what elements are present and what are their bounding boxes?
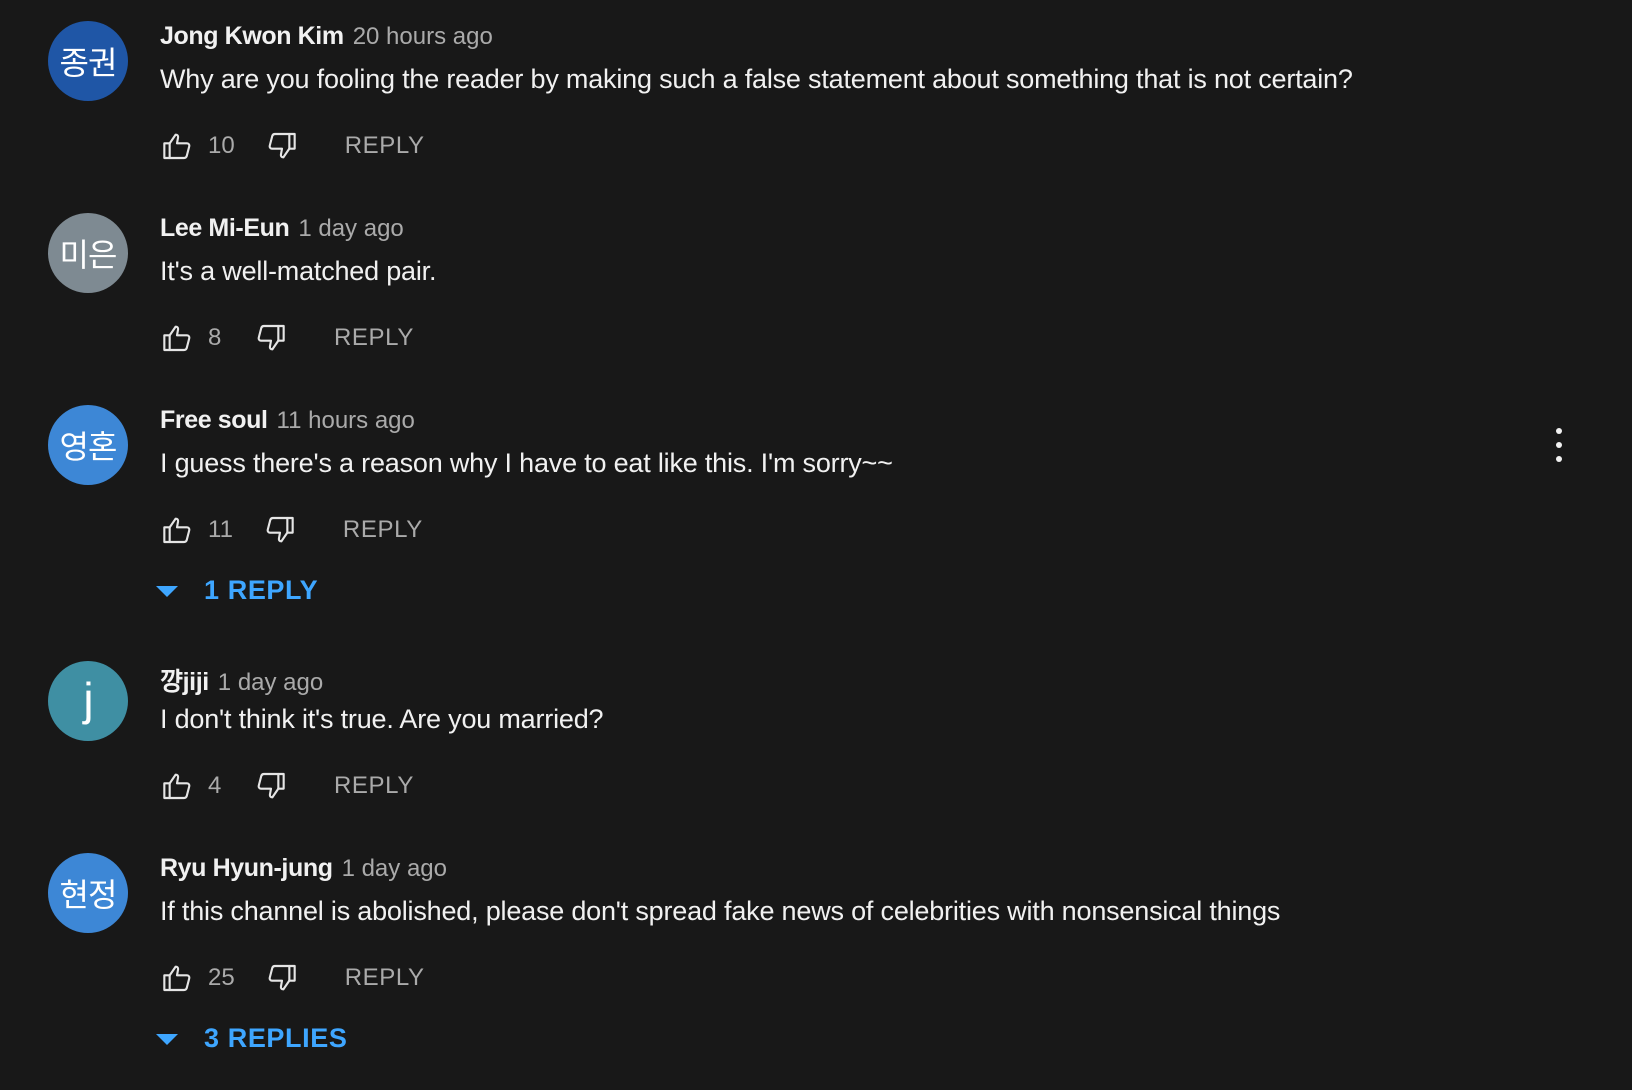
comment-text: If this channel is abolished, please don…	[160, 896, 1281, 926]
comment-header: 꺙jiji 1 day ago	[160, 662, 323, 696]
comment-header: Free soul 11 hours ago	[160, 406, 415, 440]
reply-button[interactable]: REPLY	[334, 324, 414, 352]
comment-text: It's a well-matched pair.	[160, 256, 437, 286]
comment-time[interactable]: 1 day ago	[298, 215, 403, 243]
comment-time[interactable]: 1 day ago	[218, 669, 323, 697]
avatar[interactable]: 현정	[48, 853, 128, 933]
avatar[interactable]: 영혼	[48, 405, 128, 485]
thumb-down-icon	[268, 132, 296, 159]
like-button[interactable]	[160, 513, 194, 547]
dislike-button[interactable]	[265, 961, 299, 995]
avatar[interactable]: 미은	[48, 213, 128, 293]
dislike-button[interactable]	[254, 769, 288, 803]
thumb-up-icon	[163, 325, 191, 352]
thumb-down-icon	[257, 324, 285, 351]
more-vert-icon[interactable]	[1552, 428, 1566, 462]
dislike-button[interactable]	[265, 129, 299, 163]
like-count: 8	[208, 324, 222, 351]
avatar[interactable]: 종권	[48, 21, 128, 101]
comment-actions: 4 REPLY	[160, 766, 414, 806]
comment-text: Why are you fooling the reader by making…	[160, 64, 1353, 94]
comment-actions: 25 REPLY	[160, 958, 425, 998]
view-replies-button[interactable]: 1 REPLY	[156, 570, 318, 610]
like-count: 4	[208, 772, 222, 799]
author-name[interactable]: Ryu Hyun-jung	[160, 854, 333, 883]
view-replies-label: 3 REPLIES	[204, 1022, 348, 1053]
thumb-down-icon	[268, 964, 296, 991]
thumb-up-icon	[163, 133, 191, 160]
menu-dot	[1556, 456, 1562, 462]
menu-dot	[1556, 428, 1562, 434]
avatar[interactable]: j	[48, 661, 128, 741]
thumb-up-icon	[163, 965, 191, 992]
caret-down-icon	[156, 585, 178, 597]
author-name[interactable]: Lee Mi-Eun	[160, 214, 290, 243]
like-button[interactable]	[160, 129, 194, 163]
comment-time[interactable]: 11 hours ago	[277, 407, 415, 435]
comment-time[interactable]: 1 day ago	[342, 855, 447, 883]
comment-header: Ryu Hyun-jung 1 day ago	[160, 854, 447, 888]
thumb-down-icon	[257, 772, 285, 799]
like-count: 11	[208, 516, 233, 543]
view-replies-button[interactable]: 3 REPLIES	[156, 1018, 347, 1058]
like-button[interactable]	[160, 321, 194, 355]
reply-button[interactable]: REPLY	[345, 964, 425, 992]
thumb-up-icon	[163, 773, 191, 800]
reply-button[interactable]: REPLY	[343, 516, 423, 544]
author-name[interactable]: Jong Kwon Kim	[160, 22, 344, 51]
comment-actions: 11 REPLY	[160, 510, 423, 550]
comment-actions: 8 REPLY	[160, 318, 414, 358]
comment-text: I don't think it's true. Are you married…	[160, 704, 604, 734]
thumb-up-icon	[163, 517, 191, 544]
comment-header: Lee Mi-Eun 1 day ago	[160, 214, 404, 248]
dislike-button[interactable]	[254, 321, 288, 355]
like-count: 25	[208, 964, 235, 991]
dislike-button[interactable]	[263, 513, 297, 547]
comment-text: I guess there's a reason why I have to e…	[160, 448, 893, 478]
like-button[interactable]	[160, 961, 194, 995]
author-name[interactable]: 꺙jiji	[160, 662, 209, 698]
comment-actions: 10 REPLY	[160, 126, 425, 166]
menu-dot	[1556, 442, 1562, 448]
reply-button[interactable]: REPLY	[345, 132, 425, 160]
comment-header: Jong Kwon Kim 20 hours ago	[160, 22, 493, 56]
thumb-down-icon	[266, 516, 294, 543]
view-replies-label: 1 REPLY	[204, 574, 319, 605]
like-button[interactable]	[160, 769, 194, 803]
author-name[interactable]: Free soul	[160, 406, 268, 435]
like-count: 10	[208, 132, 235, 159]
reply-button[interactable]: REPLY	[334, 772, 414, 800]
caret-down-icon	[156, 1033, 178, 1045]
comment-time[interactable]: 20 hours ago	[353, 23, 493, 51]
